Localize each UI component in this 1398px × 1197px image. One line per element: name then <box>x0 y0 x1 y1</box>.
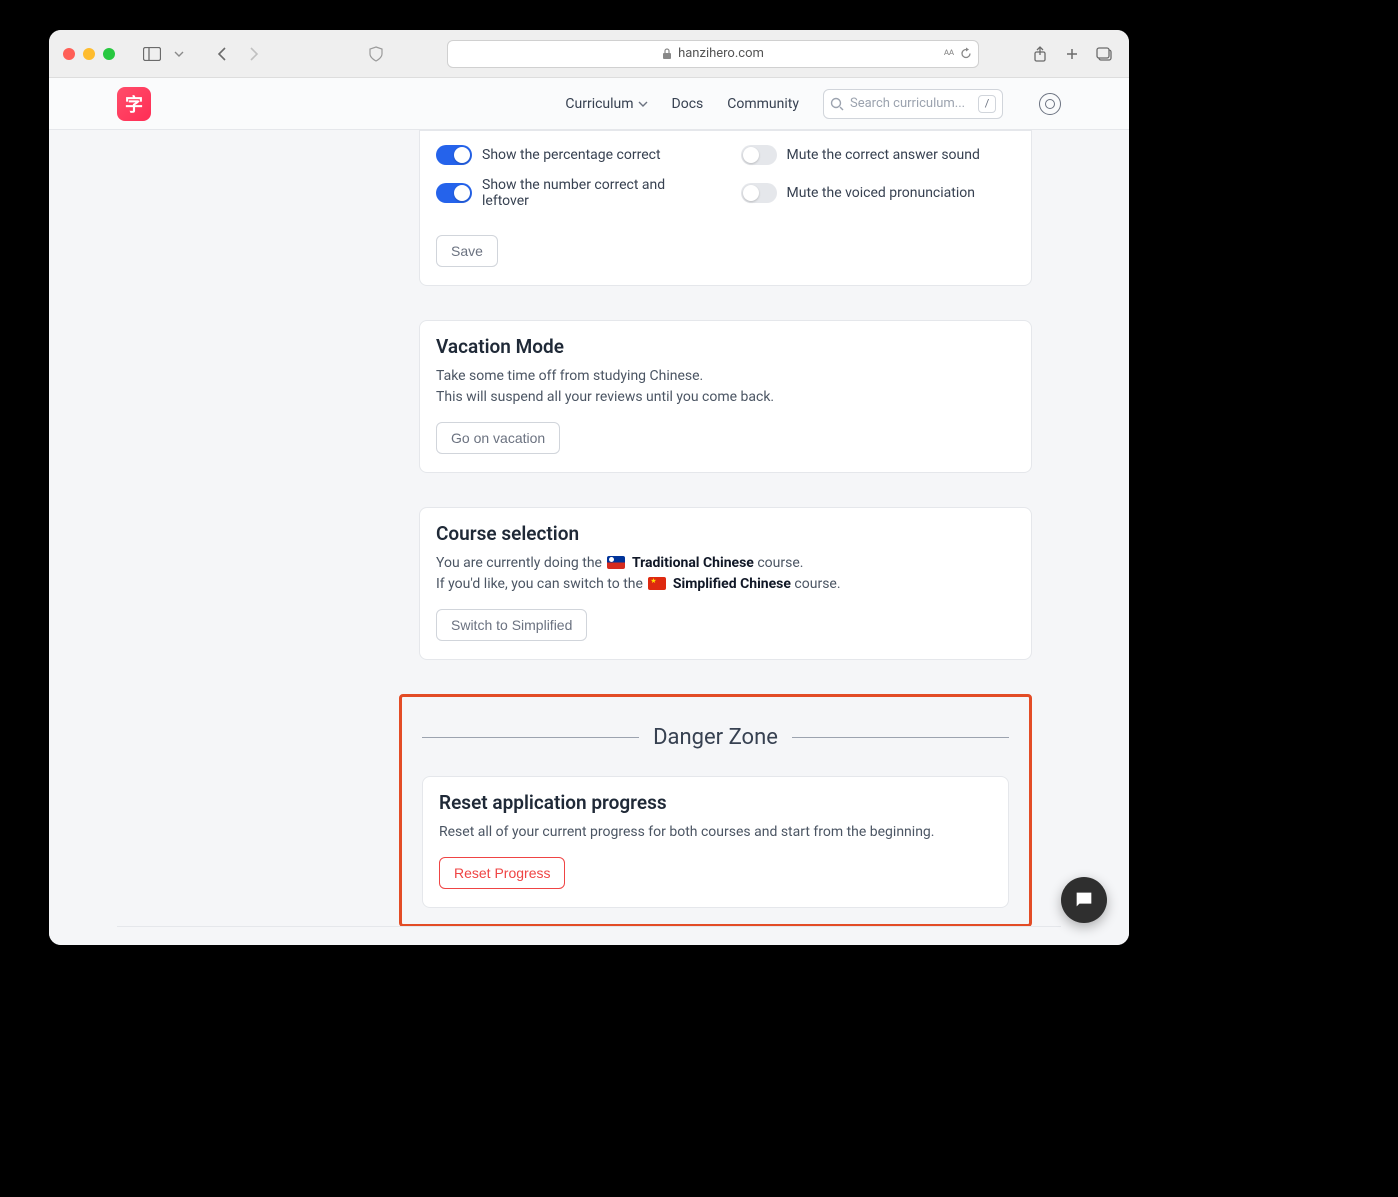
reset-progress-card: Reset application progress Reset all of … <box>422 776 1009 908</box>
minimize-window-button[interactable] <box>83 48 95 60</box>
search-input[interactable]: Search curriculum... / <box>823 89 1003 119</box>
browser-window: hanzihero.com ᴬᴬ 字 Curriculum Docs Commu… <box>49 30 1129 945</box>
nav-community[interactable]: Community <box>727 96 799 112</box>
new-tab-icon[interactable] <box>1061 43 1083 65</box>
toggle-number-correct[interactable] <box>436 183 472 203</box>
course-current-line: You are currently doing the Traditional … <box>436 553 1015 574</box>
address-domain: hanzihero.com <box>678 46 764 61</box>
window-controls <box>63 48 115 60</box>
address-bar[interactable]: hanzihero.com ᴬᴬ <box>447 40 979 68</box>
title-bar: hanzihero.com ᴬᴬ <box>49 30 1129 78</box>
tabs-overview-icon[interactable] <box>1093 43 1115 65</box>
danger-zone-highlight: Danger Zone Reset application progress R… <box>399 694 1032 927</box>
app-header: 字 Curriculum Docs Community Search curri… <box>49 78 1129 130</box>
reset-title: Reset application progress <box>439 791 992 814</box>
footer-divider <box>117 926 1061 927</box>
review-settings-card: Show the percentage correct Mute the cor… <box>419 130 1032 286</box>
search-icon <box>830 97 844 111</box>
toggle-mute-voice[interactable] <box>741 183 777 203</box>
search-shortcut-badge: / <box>978 95 996 113</box>
toggle-percentage-label: Show the percentage correct <box>482 147 661 163</box>
search-placeholder: Search curriculum... <box>850 96 972 111</box>
close-window-button[interactable] <box>63 48 75 60</box>
forward-button[interactable] <box>243 43 265 65</box>
privacy-shield-icon[interactable] <box>365 43 387 65</box>
course-switch-line: If you'd like, you can switch to the Sim… <box>436 574 1015 595</box>
danger-zone-divider: Danger Zone <box>422 725 1009 750</box>
back-button[interactable] <box>211 43 233 65</box>
flag-china-icon <box>648 577 666 590</box>
nav-docs[interactable]: Docs <box>672 96 704 112</box>
refresh-icon[interactable] <box>960 47 972 59</box>
toggle-percentage[interactable] <box>436 145 472 165</box>
vacation-title: Vacation Mode <box>436 335 1015 358</box>
nav-community-label: Community <box>727 96 799 112</box>
chevron-down-icon <box>638 101 648 107</box>
share-icon[interactable] <box>1029 43 1051 65</box>
danger-zone-title: Danger Zone <box>653 725 778 750</box>
course-title: Course selection <box>436 522 1015 545</box>
toggle-mute-correct-label: Mute the correct answer sound <box>787 147 980 163</box>
chat-icon <box>1073 889 1095 911</box>
toggle-mute-correct[interactable] <box>741 145 777 165</box>
vacation-mode-card: Vacation Mode Take some time off from st… <box>419 320 1032 473</box>
vacation-desc-2: This will suspend all your reviews until… <box>436 387 1015 408</box>
nav-curriculum[interactable]: Curriculum <box>565 96 647 112</box>
toggle-number-correct-label: Show the number correct and leftover <box>482 177 711 209</box>
flag-taiwan-icon <box>607 556 625 569</box>
sidebar-toggle-icon[interactable] <box>141 43 163 65</box>
nav-docs-label: Docs <box>672 96 704 112</box>
vacation-button[interactable]: Go on vacation <box>436 422 560 454</box>
toggle-mute-voice-label: Mute the voiced pronunciation <box>787 185 975 201</box>
nav-curriculum-label: Curriculum <box>565 96 633 112</box>
page-content: Show the percentage correct Mute the cor… <box>49 130 1129 945</box>
lock-icon <box>662 48 672 60</box>
reset-desc: Reset all of your current progress for b… <box>439 822 992 843</box>
reset-progress-button[interactable]: Reset Progress <box>439 857 565 889</box>
vacation-desc-1: Take some time off from studying Chinese… <box>436 366 1015 387</box>
chevron-down-icon[interactable] <box>173 43 185 65</box>
save-button[interactable]: Save <box>436 235 498 267</box>
translate-icon[interactable]: ᴬᴬ <box>944 47 954 60</box>
course-selection-card: Course selection You are currently doing… <box>419 507 1032 660</box>
account-icon[interactable] <box>1039 93 1061 115</box>
switch-course-button[interactable]: Switch to Simplified <box>436 609 587 641</box>
maximize-window-button[interactable] <box>103 48 115 60</box>
chat-widget-button[interactable] <box>1061 877 1107 923</box>
app-logo[interactable]: 字 <box>117 87 151 121</box>
